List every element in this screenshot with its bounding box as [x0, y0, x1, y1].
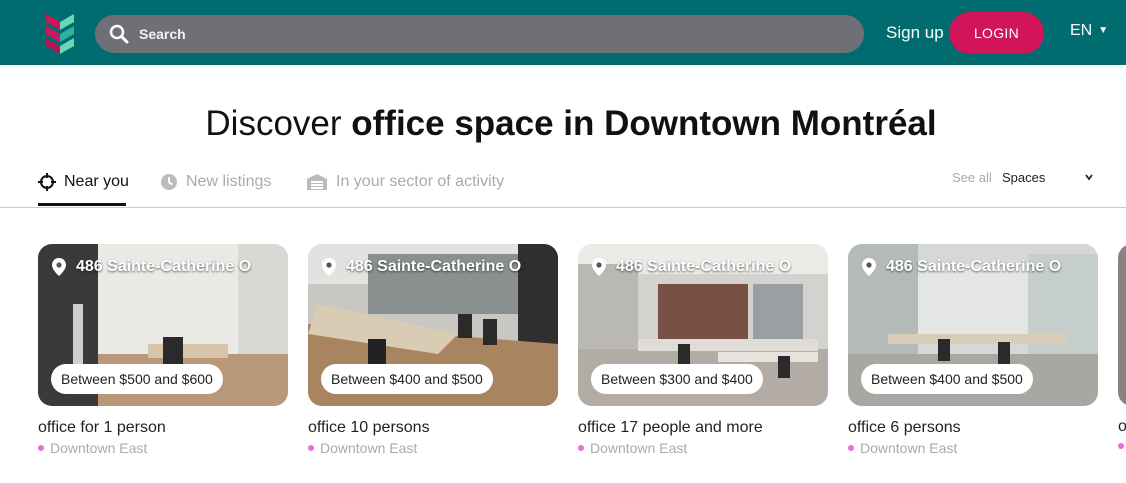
tab-label: Near you — [64, 173, 129, 190]
area-text: Downtown East — [860, 440, 958, 456]
spaces-select[interactable]: Spaces — [1002, 170, 1096, 185]
language-label: EN — [1070, 22, 1093, 39]
caret-down-icon: ▼ — [1098, 25, 1109, 36]
listing-card[interactable]: 486 Sainte-Catherine O Between $400 and … — [848, 244, 1098, 456]
listing-address: 486 Sainte-Catherine O — [862, 258, 1061, 276]
clock-icon — [161, 174, 177, 190]
active-tab-indicator — [38, 203, 126, 206]
listing-area: Downtown East — [308, 440, 558, 456]
listing-photo[interactable]: 486 Sainte-Catherine O Between $400 and … — [848, 244, 1098, 406]
area-text: Downtown East — [320, 440, 418, 456]
location-pin-icon — [322, 258, 336, 276]
listing-address: 486 Sainte-Catherine O — [52, 258, 251, 276]
spaces-select-value: Spaces — [1002, 170, 1046, 185]
top-navbar: Sign up LOGIN EN ▼ — [0, 0, 1126, 65]
address-text: 486 Sainte-Catherine O — [886, 258, 1062, 275]
listing-title[interactable]: office 6 persons — [848, 419, 1098, 437]
title-prefix: Discover — [205, 104, 352, 143]
location-pin-icon — [592, 258, 606, 276]
price-badge: Between $300 and $400 — [591, 364, 763, 394]
area-text: Downtown East — [50, 440, 148, 456]
address-text: 486 Sainte-Catherine O — [76, 258, 252, 275]
tabs-divider — [0, 207, 1126, 208]
price-badge: Between $400 and $500 — [321, 364, 493, 394]
listing-photo[interactable]: 486 Sainte-Catherine O Between $400 and … — [308, 244, 558, 406]
search-input[interactable] — [139, 15, 839, 53]
tab-near-you[interactable]: Near you — [38, 158, 129, 206]
page-title: Discover office space in Downtown Montré… — [0, 104, 1126, 144]
area-dot — [848, 445, 854, 451]
language-selector[interactable]: EN ▼ — [1070, 22, 1108, 40]
listing-card[interactable]: 486 Sainte-Catherine O Between $500 and … — [38, 244, 288, 456]
area-dot — [38, 445, 44, 451]
price-badge: Between $500 and $600 — [51, 364, 223, 394]
tab-label: New listings — [186, 173, 272, 190]
listing-area: Downtown East — [848, 440, 1098, 456]
address-text: 486 Sainte-Catherine O — [616, 258, 792, 275]
tab-sector-of-activity[interactable]: In your sector of activity — [306, 158, 504, 206]
listing-title[interactable]: office 10 persons — [308, 419, 558, 437]
listing-card[interactable]: 486 Sainte-Catherine O Between $300 and … — [578, 244, 828, 456]
listing-address: 486 Sainte-Catherine O — [592, 258, 791, 276]
listing-photo[interactable]: 486 Sainte-Catherine O Between $500 and … — [38, 244, 288, 406]
crosshair-icon — [38, 173, 56, 191]
chevron-down-icon — [1085, 174, 1093, 181]
title-bold: office space in Downtown Montréal — [351, 104, 937, 143]
brand-logo[interactable] — [42, 12, 80, 54]
see-all-link[interactable]: See all — [952, 170, 992, 185]
address-text: 486 Sainte-Catherine O — [346, 258, 522, 275]
location-pin-icon — [52, 258, 66, 276]
login-button[interactable]: LOGIN — [949, 12, 1044, 54]
listing-title[interactable]: office for 1 person — [38, 419, 288, 437]
listing-photo-partial[interactable] — [1118, 244, 1126, 406]
area-text: Downtown East — [590, 440, 688, 456]
listing-title[interactable]: office 17 people and more — [578, 419, 828, 437]
listing-photo[interactable]: 486 Sainte-Catherine O Between $300 and … — [578, 244, 828, 406]
listing-card[interactable]: 486 Sainte-Catherine O Between $400 and … — [308, 244, 558, 456]
signup-link[interactable]: Sign up — [886, 23, 944, 43]
search-bar[interactable] — [95, 15, 864, 53]
listing-area: Downtown East — [578, 440, 828, 456]
tab-label: In your sector of activity — [336, 173, 505, 190]
search-icon — [109, 24, 129, 44]
area-dot — [308, 445, 314, 451]
tab-new-listings[interactable]: New listings — [160, 158, 271, 206]
listing-area: Downtown East — [38, 440, 288, 456]
location-pin-icon — [862, 258, 876, 276]
price-badge: Between $400 and $500 — [861, 364, 1033, 394]
listing-address: 486 Sainte-Catherine O — [322, 258, 521, 276]
listing-title-partial[interactable]: o — [1118, 418, 1126, 436]
warehouse-icon — [307, 174, 327, 190]
area-dot — [1118, 443, 1124, 449]
area-dot — [578, 445, 584, 451]
